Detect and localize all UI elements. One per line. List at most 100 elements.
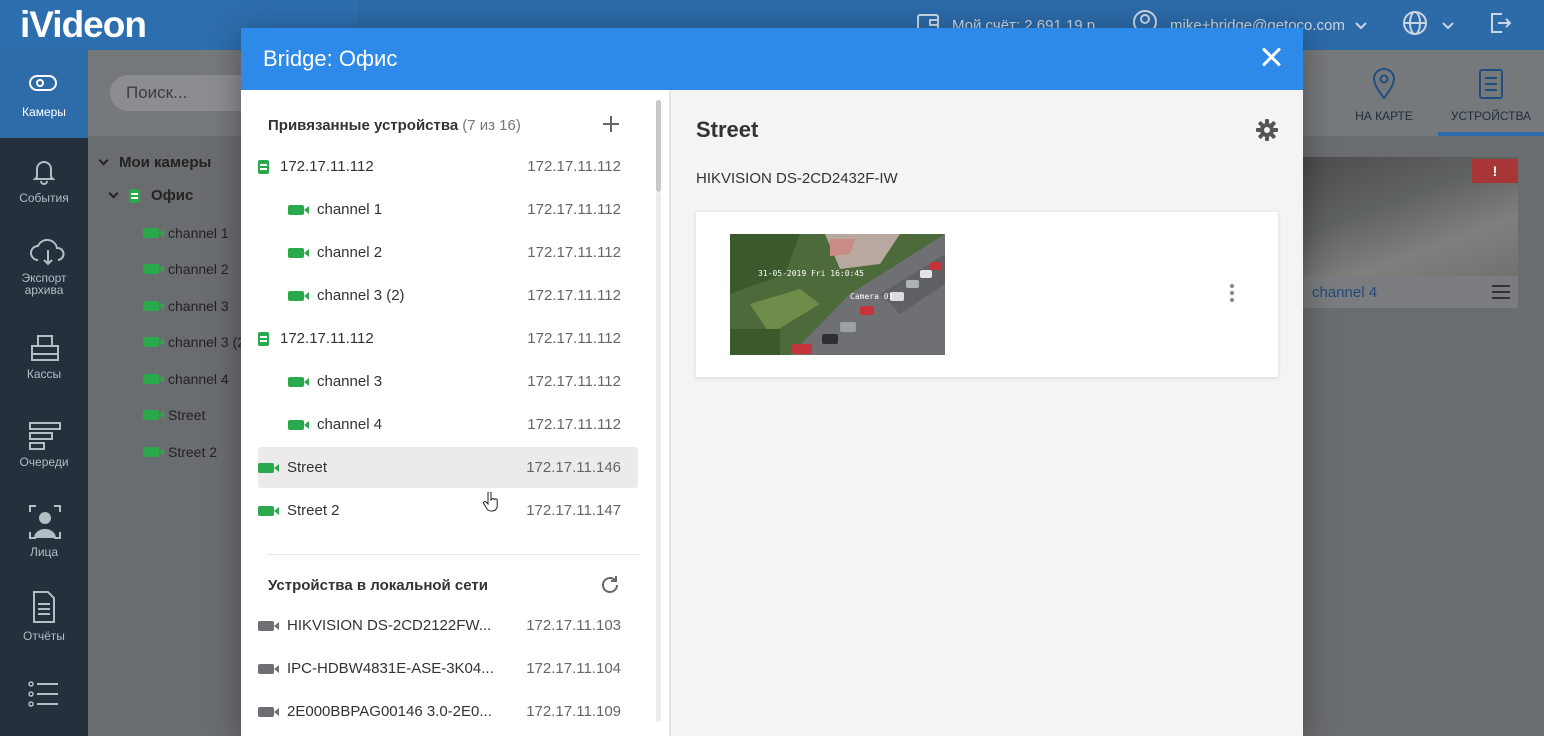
tree-root[interactable]: Мои камеры [98, 154, 211, 171]
sidebar: Камеры События Экспорт архива Кассы Очер… [0, 50, 88, 736]
camera-card[interactable]: ! channel 4 [1302, 157, 1518, 308]
tab-map[interactable]: НА КАРТЕ [1340, 50, 1428, 136]
sidebar-item-export[interactable]: Экспорт архива [0, 236, 88, 296]
camera-icon [258, 706, 279, 717]
camera-icon [143, 410, 164, 420]
alert-icon: ! [1472, 159, 1518, 183]
report-icon [28, 590, 60, 624]
gear-icon [1256, 119, 1278, 141]
queue-icon [28, 420, 61, 450]
camera-icon [143, 337, 164, 347]
device-title: Street [696, 117, 759, 142]
menu-icon[interactable] [1492, 285, 1510, 299]
device-row[interactable]: channel 3 172.17.11.112 [258, 361, 638, 402]
tree-item[interactable]: Street 2 [143, 444, 217, 460]
camera-icon [288, 247, 309, 258]
tree-item[interactable]: channel 3 [143, 298, 229, 314]
camera-preview-card: 31-05-2019 Fri 16:0:45 Camera 01 [696, 212, 1278, 377]
devices-icon [1438, 68, 1544, 103]
device-detail-pane: Street HIKVISION DS-2CD2432F-IW 31-05-20… [671, 90, 1303, 736]
dot-icon [1230, 284, 1234, 288]
camera-icon [288, 376, 309, 387]
more-options-button[interactable] [1222, 282, 1242, 306]
sidebar-item-cameras[interactable]: Камеры [0, 50, 88, 138]
refresh-icon [602, 576, 618, 593]
camera-icon [143, 264, 164, 274]
sidebar-item-label: Отчёты [23, 629, 65, 643]
settings-button[interactable] [1255, 118, 1279, 142]
tree-item[interactable]: channel 1 [143, 225, 229, 241]
local-device-row[interactable]: IPC-HDBW4831E-ASE-3K04... 172.17.11.104 [258, 648, 638, 689]
server-icon [258, 331, 269, 346]
camera-icon [258, 505, 279, 516]
sidebar-item-faces[interactable]: Лица [0, 504, 88, 558]
close-button[interactable] [1256, 42, 1286, 72]
globe-icon [1402, 10, 1428, 40]
camera-icon [258, 663, 279, 674]
overlay-camera: Camera 01 [850, 292, 894, 301]
logout-button[interactable] [1488, 0, 1512, 50]
device-row[interactable]: Street 2 172.17.11.147 [258, 490, 638, 531]
camera-icon [288, 290, 309, 301]
camera-icon [258, 462, 279, 473]
sidebar-item-label: Камеры [22, 105, 66, 119]
sidebar-item-label: Лица [29, 545, 59, 559]
chevron-down-icon [1442, 17, 1454, 34]
sidebar-item-reports[interactable]: Отчёты [0, 590, 88, 642]
sidebar-item-label: Очереди [19, 455, 69, 469]
tree-item[interactable]: channel 2 [143, 261, 229, 277]
local-device-row[interactable]: 2E000BBPAG00146 3.0-2E0... 172.17.11.109 [258, 691, 638, 732]
device-row[interactable]: 172.17.11.112 172.17.11.112 [258, 318, 638, 359]
add-device-button[interactable] [601, 114, 621, 134]
sidebar-item-label: Кассы [26, 367, 62, 381]
section-divider [267, 554, 639, 555]
refresh-button[interactable] [598, 573, 622, 597]
tree-item[interactable]: channel 4 [143, 371, 229, 387]
device-model: HIKVISION DS-2CD2432F-IW [696, 170, 898, 187]
local-device-row[interactable]: HIKVISION DS-2CD2122FW... 172.17.11.103 [258, 605, 638, 646]
camera-icon [143, 228, 164, 238]
dot-icon [1230, 298, 1234, 302]
chevron-down-icon [108, 188, 119, 199]
device-list-pane: Привязанные устройства (7 из 16) 172.17.1… [241, 90, 669, 736]
scrollbar-thumb[interactable] [656, 100, 661, 192]
overlay-date: 31-05-2019 Fri 16:0:45 [758, 269, 864, 278]
device-row[interactable]: 172.17.11.112 172.17.11.112 [258, 146, 638, 187]
tree-group[interactable]: Офис [108, 187, 193, 204]
sidebar-item-cash[interactable]: Кассы [0, 332, 88, 380]
bell-icon [28, 156, 60, 186]
tree-item[interactable]: Street [143, 407, 205, 423]
sidebar-item-queues[interactable]: Очереди [0, 420, 88, 468]
face-icon [28, 504, 61, 540]
tab-devices[interactable]: УСТРОЙСТВА [1438, 50, 1544, 136]
cloud-download-icon [28, 236, 65, 266]
list-icon [28, 680, 60, 710]
device-row[interactable]: channel 1 172.17.11.112 [258, 189, 638, 230]
modal-title: Bridge: Офис [263, 46, 398, 71]
camera-icon [258, 620, 279, 631]
scrollbar-track[interactable] [656, 192, 661, 722]
sidebar-item-events[interactable]: События [0, 156, 88, 204]
chevron-down-icon [98, 155, 109, 166]
device-row[interactable]: channel 2 172.17.11.112 [258, 232, 638, 273]
camera-icon [143, 301, 164, 311]
linked-devices-title: Привязанные устройства (7 из 16) [268, 117, 521, 134]
camera-icon [288, 204, 309, 215]
device-row[interactable]: channel 3 (2) 172.17.11.112 [258, 275, 638, 316]
modal-header: Bridge: Офис [241, 28, 1303, 90]
server-icon [258, 159, 269, 174]
sidebar-item-label: События [19, 191, 69, 205]
camera-preview-image[interactable]: 31-05-2019 Fri 16:0:45 Camera 01 [730, 234, 945, 355]
camera-icon [28, 70, 60, 100]
device-row-selected[interactable]: Street 172.17.11.146 [258, 447, 638, 488]
active-tab-indicator [1438, 132, 1544, 136]
device-row[interactable]: channel 4 172.17.11.112 [258, 404, 638, 445]
camera-card-name[interactable]: channel 4 [1312, 284, 1377, 301]
sidebar-more-button[interactable] [0, 680, 88, 716]
language-menu[interactable] [1402, 0, 1454, 50]
tree-item[interactable]: channel 3 (2) [143, 334, 250, 350]
camera-icon [288, 419, 309, 430]
camera-icon [143, 374, 164, 384]
cash-register-icon [28, 332, 60, 362]
dot-icon [1230, 291, 1234, 295]
